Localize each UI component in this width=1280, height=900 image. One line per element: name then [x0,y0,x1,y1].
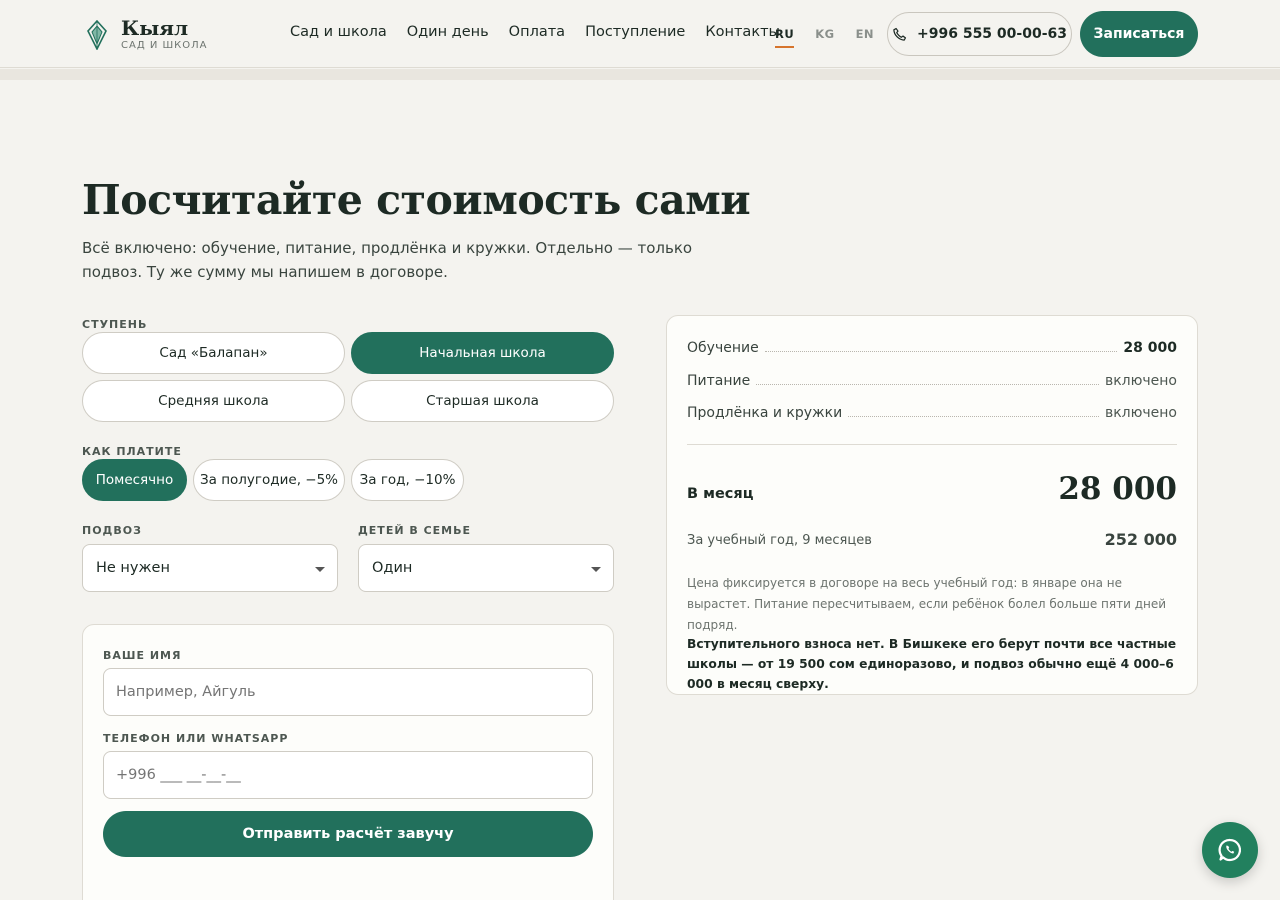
price-summary: Обучение 28 000 Питание включено Продлён… [666,315,1198,695]
summary-line-value: включено [1104,373,1177,389]
payment-label: КАК ПЛАТИТЕ [82,445,182,458]
lang-ru[interactable]: RU [775,27,795,48]
summary-divider [687,444,1177,445]
nav-item-payment[interactable]: Оплата [509,24,565,40]
phone-label: ТЕЛЕФОН ИЛИ WHATSAPP [103,732,289,745]
fee-note: Вступительного взноса нет. В Бишкеке его… [687,637,1177,691]
stage-option-high[interactable]: Старшая школа [351,380,614,422]
nav-item-one-day[interactable]: Один день [407,24,489,40]
price-note: Цена фиксируется в договоре на весь учеб… [687,576,1167,632]
yearly-total: 252 000 [1104,530,1177,549]
whatsapp-icon [1218,838,1242,862]
kids-select[interactable]: Один [358,544,614,592]
kids-value: Один [372,560,413,576]
summary-line-value: включено [1104,405,1177,421]
monthly-total: 28 000 [1058,471,1177,507]
page-lead: Всё включено: обучение, питание, продлён… [82,239,693,281]
phone-icon [893,27,907,41]
name-input[interactable] [103,668,593,716]
phone-input[interactable] [103,751,593,799]
stage-option-kindergarten[interactable]: Сад «Балапан» [82,332,345,374]
summary-line-label: Питание [687,373,751,389]
summary-line-label: Продлёнка и кружки [687,405,843,421]
transport-select[interactable]: Не нужен [82,544,338,592]
payment-option-monthly[interactable]: Помесячно [82,459,187,501]
summary-line-meals: Питание включено [687,373,1177,389]
yearly-label: За учебный год, 9 месяцев [687,533,872,548]
gem-icon [87,19,107,50]
page-title: Посчитайте стоимость сами [82,176,751,224]
nav-item-contacts[interactable]: Контакты [705,24,780,40]
lang-en[interactable]: EN [856,27,874,41]
submit-button[interactable]: Отправить расчёт завучу [103,811,593,857]
payment-option-year[interactable]: За год, −10% [351,459,464,501]
language-switcher: RU KG EN [775,27,874,48]
signup-button[interactable]: Записаться [1080,11,1198,57]
transport-value: Не нужен [96,560,170,576]
nav-item-admission[interactable]: Поступление [585,24,685,40]
name-label: ВАШЕ ИМЯ [103,649,182,662]
header-divider [0,69,1280,80]
summary-line-extended-day: Продлёнка и кружки включено [687,405,1177,421]
phone-number: +996 555 00-00-63 [917,26,1067,42]
caret-down-icon [591,567,601,572]
summary-line-value: 28 000 [1123,340,1177,356]
logo[interactable]: Кыял САД И ШКОЛА [86,18,208,51]
whatsapp-button[interactable] [1202,822,1258,878]
lang-kg[interactable]: KG [815,27,834,41]
kids-label: ДЕТЕЙ В СЕМЬЕ [358,524,472,537]
main-nav: Сад и школа Один день Оплата Поступление… [290,24,780,40]
summary-line-label: Обучение [687,340,759,356]
payment-option-half-year[interactable]: За полугодие, −5% [193,459,345,501]
phone-button[interactable]: +996 555 00-00-63 [887,12,1072,56]
logo-name: Кыял [121,16,189,40]
transport-label: ПОДВОЗ [82,524,142,537]
summary-line-tuition: Обучение 28 000 [687,340,1177,356]
caret-down-icon [315,567,325,572]
site-header: Кыял САД И ШКОЛА Сад и школа Один день О… [0,0,1280,68]
stage-option-middle[interactable]: Средняя школа [82,380,345,422]
stage-label: СТУПЕНЬ [82,318,148,331]
nav-item-school[interactable]: Сад и школа [290,24,387,40]
request-form: ВАШЕ ИМЯ ТЕЛЕФОН ИЛИ WHATSAPP Отправить … [82,624,614,900]
stage-option-primary[interactable]: Начальная школа [351,332,614,374]
logo-subtitle: САД И ШКОЛА [121,40,208,51]
monthly-label: В месяц [687,486,754,502]
